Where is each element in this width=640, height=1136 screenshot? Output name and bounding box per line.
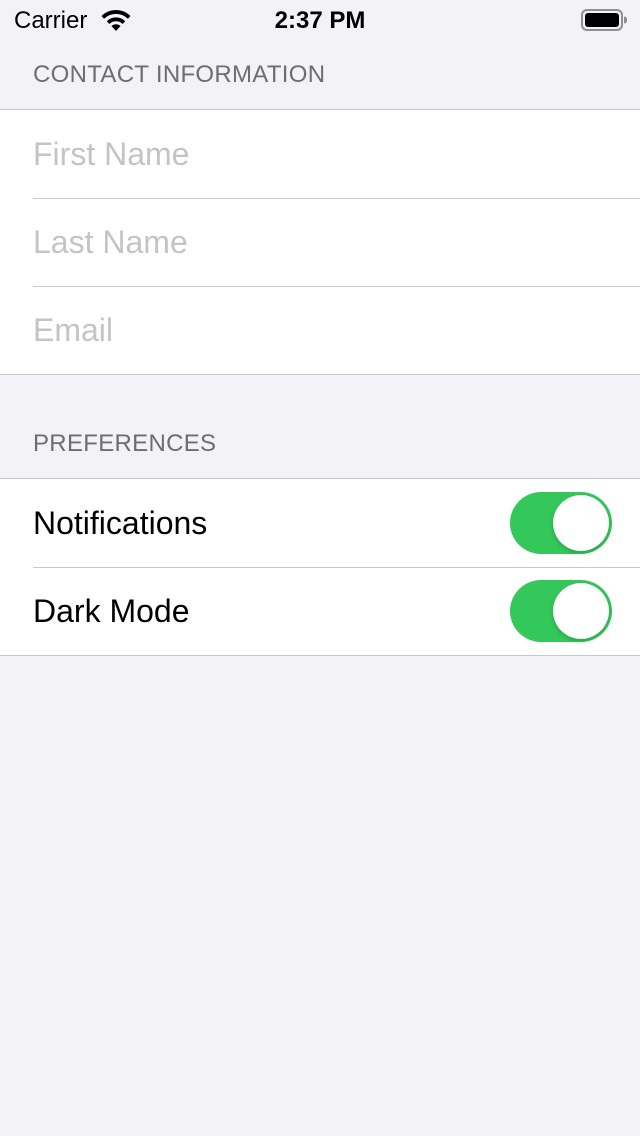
dark-mode-row: Dark Mode <box>0 567 640 655</box>
contact-fields-group <box>0 109 640 375</box>
last-name-row <box>0 198 640 286</box>
status-bar: Carrier 2:37 PM <box>0 0 640 40</box>
dark-mode-label: Dark Mode <box>33 593 190 629</box>
settings-screen: Carrier 2:37 PM CONTACT INFORMATION PREF… <box>0 0 640 1136</box>
notifications-label: Notifications <box>33 505 208 541</box>
notifications-row: Notifications <box>0 479 640 567</box>
contact-section-header: CONTACT INFORMATION <box>33 61 326 88</box>
last-name-field[interactable] <box>33 198 613 286</box>
preferences-section-header: PREFERENCES <box>33 430 217 457</box>
preferences-group: Notifications Dark Mode <box>0 478 640 656</box>
first-name-field[interactable] <box>33 110 613 198</box>
email-field[interactable] <box>33 286 613 374</box>
notifications-toggle-knob <box>553 495 609 551</box>
dark-mode-toggle-knob <box>553 583 609 639</box>
battery-icon <box>581 9 627 31</box>
status-time: 2:37 PM <box>274 7 366 34</box>
first-name-row <box>0 110 640 198</box>
email-row <box>0 286 640 374</box>
dark-mode-toggle[interactable] <box>510 580 612 642</box>
notifications-toggle[interactable] <box>510 492 612 554</box>
